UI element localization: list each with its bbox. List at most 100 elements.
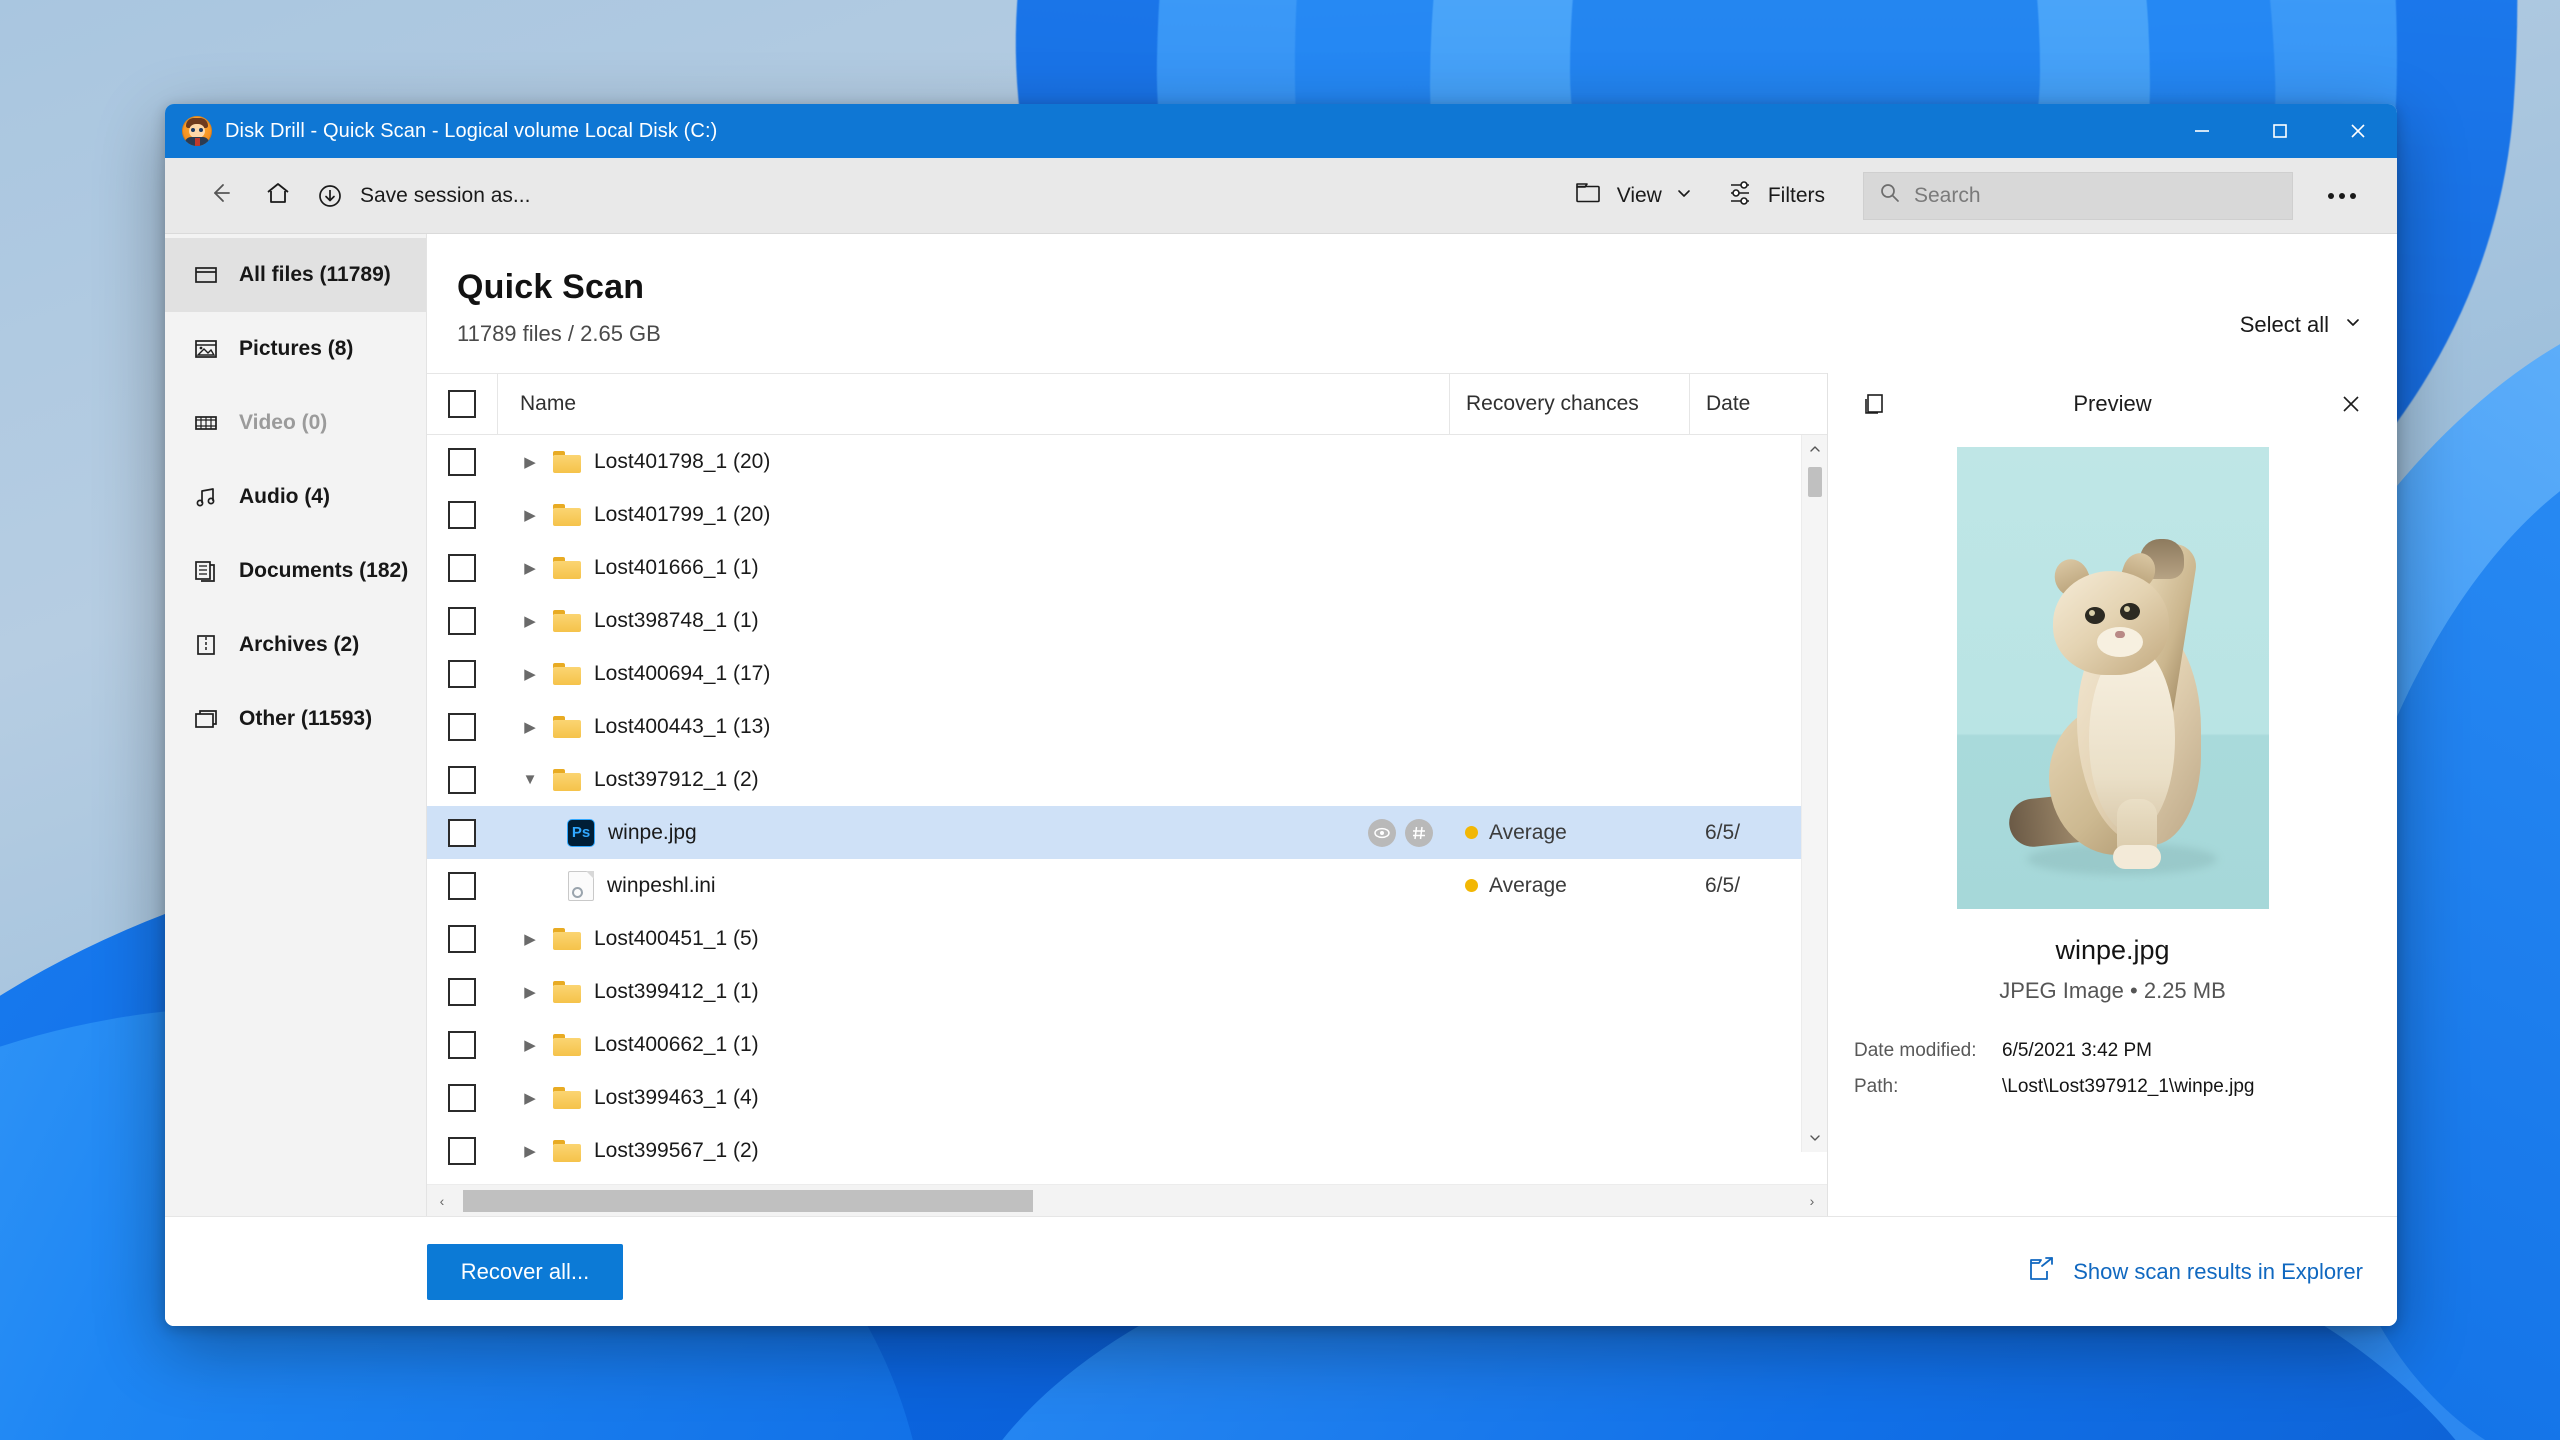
- table-row[interactable]: ▶ Lost399567_1 (2): [427, 1124, 1827, 1177]
- row-date-label: 6/5/: [1705, 873, 1741, 897]
- row-checkbox[interactable]: [427, 500, 497, 529]
- row-recovery-chance: [1449, 1124, 1689, 1177]
- window-controls: [2163, 104, 2397, 158]
- minimize-button[interactable]: [2163, 104, 2241, 158]
- preview-close-button[interactable]: [2331, 384, 2371, 424]
- row-checkbox[interactable]: [427, 765, 497, 794]
- column-header-recovery-chances[interactable]: Recovery chances: [1449, 374, 1689, 434]
- row-recovery-chance: [1449, 912, 1689, 965]
- scroll-left-icon[interactable]: ‹: [427, 1193, 457, 1209]
- chevron-right-icon[interactable]: ▶: [519, 453, 541, 471]
- column-header-date[interactable]: Date: [1689, 374, 1801, 434]
- file-table: Name Recovery chances Date ▶ Lost401798_1…: [427, 373, 1827, 1216]
- scroll-down-icon[interactable]: [1802, 1124, 1828, 1152]
- row-name-label: Lost401666_1 (1): [594, 555, 759, 579]
- vertical-scroll-thumb[interactable]: [1807, 467, 1822, 497]
- show-in-explorer-link[interactable]: Show scan results in Explorer: [2027, 1255, 2363, 1289]
- home-button[interactable]: [249, 170, 307, 222]
- sidebar-item-documents[interactable]: Documents (182): [165, 534, 426, 608]
- recover-all-button[interactable]: Recover all...: [427, 1243, 623, 1300]
- table-row[interactable]: winpeshl.ini Average 6/5/: [427, 859, 1827, 912]
- select-all-dropdown[interactable]: Select all: [2240, 312, 2363, 338]
- search-icon: [1878, 181, 1902, 210]
- view-label: View: [1616, 183, 1662, 207]
- title-bar[interactable]: Disk Drill - Quick Scan - Logical volume…: [165, 104, 2397, 158]
- sidebar-item-video[interactable]: Video (0): [165, 386, 426, 460]
- table-row[interactable]: ▼ Lost397912_1 (2): [427, 753, 1827, 806]
- row-checkbox[interactable]: [427, 818, 497, 847]
- save-session-button[interactable]: Save session as...: [307, 170, 542, 222]
- vertical-scrollbar[interactable]: [1801, 435, 1827, 1152]
- table-row[interactable]: ▶ Lost399463_1 (4): [427, 1071, 1827, 1124]
- chevron-right-icon[interactable]: ▶: [519, 983, 541, 1001]
- other-icon: [193, 706, 219, 732]
- close-button[interactable]: [2319, 104, 2397, 158]
- chevron-right-icon[interactable]: ▶: [519, 1089, 541, 1107]
- horizontal-scroll-track[interactable]: [457, 1185, 1797, 1217]
- row-date: [1689, 912, 1801, 965]
- table-row[interactable]: ▶ Lost401798_1 (20): [427, 435, 1827, 488]
- sidebar-item-audio[interactable]: Audio (4): [165, 460, 426, 534]
- sidebar-item-pictures[interactable]: Pictures (8): [165, 312, 426, 386]
- popout-icon[interactable]: [1854, 384, 1894, 424]
- table-row[interactable]: ▶ Lost399412_1 (1): [427, 965, 1827, 1018]
- table-row[interactable]: ▶ Lost398748_1 (1): [427, 594, 1827, 647]
- sidebar-item-all-files[interactable]: All files (11789): [165, 238, 426, 312]
- filters-button[interactable]: Filters: [1709, 170, 1841, 222]
- sidebar-item-archives[interactable]: Archives (2): [165, 608, 426, 682]
- row-recovery-chance: [1449, 965, 1689, 1018]
- folder-icon: [553, 503, 581, 526]
- row-recovery-chance: [1449, 700, 1689, 753]
- chevron-right-icon[interactable]: ▶: [519, 930, 541, 948]
- chevron-right-icon[interactable]: ▶: [519, 665, 541, 683]
- scroll-right-icon[interactable]: ›: [1797, 1193, 1827, 1209]
- search-input[interactable]: Search: [1863, 171, 2293, 220]
- detail-key: Path:: [1854, 1076, 1899, 1097]
- select-all-checkbox[interactable]: [427, 390, 497, 418]
- chevron-right-icon[interactable]: ▶: [519, 718, 541, 736]
- row-actions: [1368, 818, 1433, 847]
- row-checkbox[interactable]: [427, 712, 497, 741]
- row-name-cell: winpeshl.ini: [497, 859, 1449, 912]
- maximize-button[interactable]: [2241, 104, 2319, 158]
- row-checkbox[interactable]: [427, 606, 497, 635]
- row-checkbox[interactable]: [427, 924, 497, 953]
- horizontal-scrollbar[interactable]: ‹ ›: [427, 1184, 1827, 1216]
- row-date: [1689, 1018, 1801, 1071]
- row-checkbox[interactable]: [427, 659, 497, 688]
- row-checkbox[interactable]: [427, 1030, 497, 1059]
- table-row[interactable]: ▶ Lost400451_1 (5): [427, 912, 1827, 965]
- row-checkbox[interactable]: [427, 447, 497, 476]
- column-header-name[interactable]: Name: [497, 374, 1449, 434]
- eye-icon[interactable]: [1368, 818, 1396, 847]
- chevron-down-icon[interactable]: ▼: [519, 771, 541, 788]
- sidebar-item-other[interactable]: Other (11593): [165, 682, 426, 756]
- horizontal-scroll-thumb[interactable]: [463, 1189, 1033, 1212]
- folder-icon: [553, 609, 581, 632]
- chevron-right-icon[interactable]: ▶: [519, 506, 541, 524]
- row-name-cell: ▶ Lost400694_1 (17): [497, 647, 1449, 700]
- row-checkbox[interactable]: [427, 1136, 497, 1165]
- table-row[interactable]: ▶ Lost401666_1 (1): [427, 541, 1827, 594]
- back-button[interactable]: [191, 170, 249, 222]
- chevron-down-icon: [2343, 312, 2363, 338]
- chevron-right-icon[interactable]: ▶: [519, 1036, 541, 1054]
- scroll-up-icon[interactable]: [1802, 435, 1828, 463]
- row-checkbox[interactable]: [427, 553, 497, 582]
- hash-icon[interactable]: [1405, 818, 1433, 847]
- table-row[interactable]: ▶ Lost400443_1 (13): [427, 700, 1827, 753]
- row-checkbox[interactable]: [427, 977, 497, 1006]
- row-checkbox[interactable]: [427, 871, 497, 900]
- chevron-right-icon[interactable]: ▶: [519, 559, 541, 577]
- table-row[interactable]: Ps winpe.jpg Average 6/5/: [427, 806, 1827, 859]
- detail-value: \Lost\Lost397912_1\winpe.jpg: [2002, 1076, 2255, 1097]
- more-options-button[interactable]: [2309, 170, 2375, 222]
- table-row[interactable]: ▶ Lost400694_1 (17): [427, 647, 1827, 700]
- view-button[interactable]: View: [1558, 170, 1709, 222]
- table-row[interactable]: ▶ Lost401799_1 (20): [427, 488, 1827, 541]
- row-checkbox[interactable]: [427, 1083, 497, 1112]
- table-row[interactable]: ▶ Lost400662_1 (1): [427, 1018, 1827, 1071]
- chevron-right-icon[interactable]: ▶: [519, 1142, 541, 1160]
- all-files-icon: [193, 262, 219, 288]
- chevron-right-icon[interactable]: ▶: [519, 612, 541, 630]
